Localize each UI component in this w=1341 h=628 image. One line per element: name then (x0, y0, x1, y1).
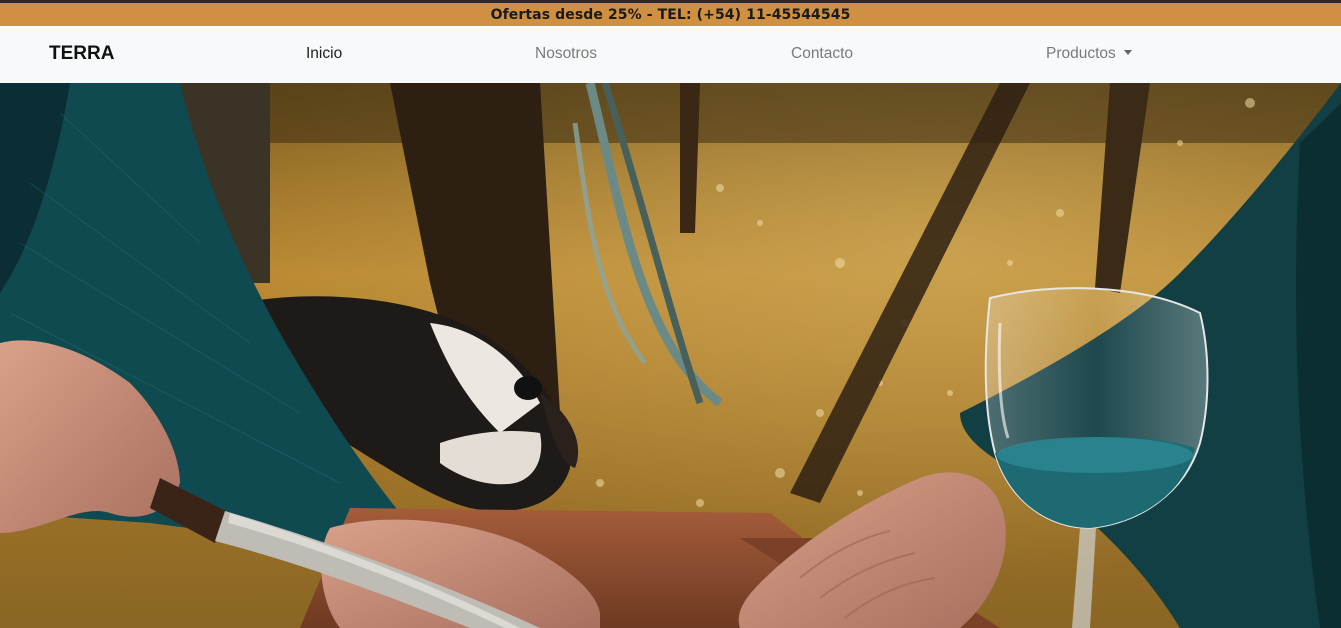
nav-link-productos-label: Productos (1046, 45, 1116, 62)
hero-image (0, 83, 1341, 628)
nav-link-nosotros[interactable]: Nosotros (535, 45, 597, 63)
caret-down-icon (1123, 50, 1132, 55)
nav-link-inicio[interactable]: Inicio (306, 45, 342, 63)
promo-bar: Ofertas desde 25% - TEL: (+54) 11-455445… (0, 3, 1341, 26)
navbar: TERRA Inicio Nosotros Contacto Productos (0, 26, 1341, 83)
nav-dropdown-productos[interactable]: Productos (1046, 45, 1132, 63)
hero-illustration (0, 83, 1341, 628)
brand-logo[interactable]: TERRA (49, 43, 114, 65)
nav-link-contacto[interactable]: Contacto (791, 45, 853, 63)
promo-text: Ofertas desde 25% - TEL: (+54) 11-455445… (490, 6, 851, 23)
